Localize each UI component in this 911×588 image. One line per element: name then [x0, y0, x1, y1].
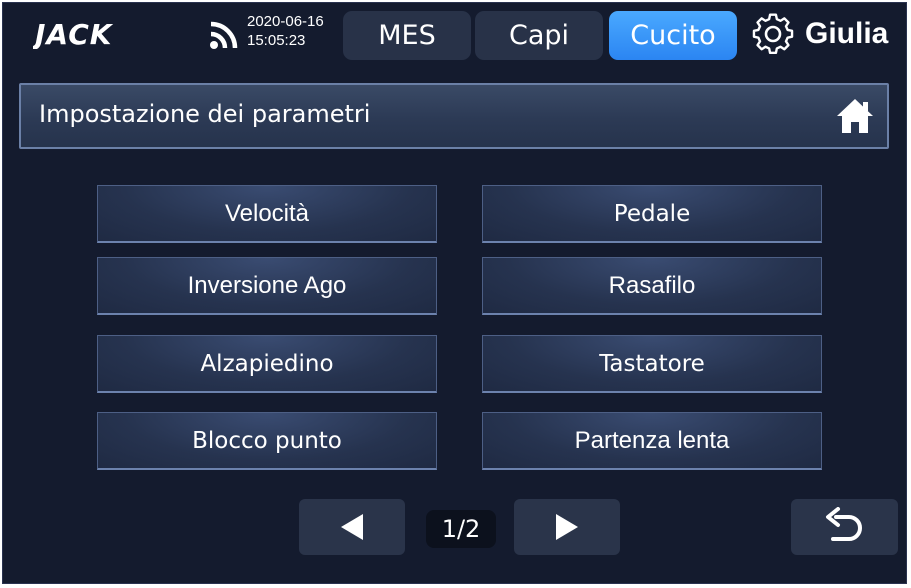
param-button-tastatore[interactable]: Tastatore	[482, 335, 822, 393]
gear-icon[interactable]	[752, 13, 794, 55]
triangle-right-icon	[556, 514, 578, 540]
page-title-bar: Impostazione dei parametri	[19, 83, 889, 149]
wifi-icon	[210, 21, 238, 49]
param-button-blocco-punto[interactable]: Blocco punto	[97, 412, 437, 470]
page-indicator: 1/2	[426, 510, 496, 548]
next-page-button[interactable]	[514, 499, 620, 555]
param-button-rasafilo[interactable]: Rasafilo	[482, 257, 822, 315]
user-name: Giulia	[805, 17, 889, 50]
date-text: 2020-06-16	[247, 13, 324, 30]
home-icon[interactable]	[835, 97, 875, 135]
datetime: 2020-06-16 15:05:23	[247, 12, 324, 50]
param-button-velocita[interactable]: Velocità	[97, 185, 437, 243]
param-button-pedale[interactable]: Pedale	[482, 185, 822, 243]
tab-capi[interactable]: Capi	[475, 11, 603, 60]
logo-text: JACK	[33, 18, 114, 49]
param-button-partenza-lenta[interactable]: Partenza lenta	[482, 412, 822, 470]
undo-arrow-icon	[825, 507, 862, 541]
jack-logo: JACK	[33, 18, 114, 49]
back-button[interactable]	[791, 499, 898, 555]
page-title: Impostazione dei parametri	[39, 100, 371, 128]
app-screen: JACK 2020-06-16 15:05:23 MES Capi Cucito…	[2, 2, 907, 584]
triangle-left-icon	[341, 514, 363, 540]
param-button-inversione-ago[interactable]: Inversione Ago	[97, 257, 437, 315]
tab-cucito[interactable]: Cucito	[609, 11, 737, 60]
prev-page-button[interactable]	[299, 499, 405, 555]
tab-mes[interactable]: MES	[343, 11, 471, 60]
param-button-alzapiedino[interactable]: Alzapiedino	[97, 335, 437, 393]
time-text: 15:05:23	[247, 32, 306, 49]
